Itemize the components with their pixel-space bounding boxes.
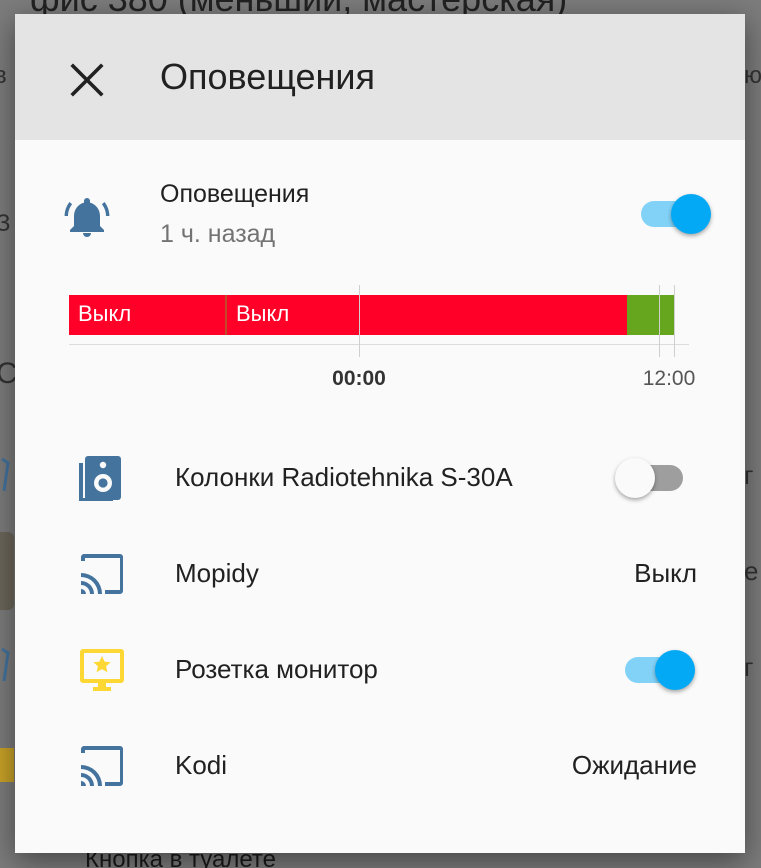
entity-row-label: Розетка монитор <box>175 654 378 684</box>
entity-last-changed: 1 ч. назад <box>160 220 276 248</box>
background-image <box>0 532 14 610</box>
timeline-tick <box>659 285 660 357</box>
dialog-header: Оповещения <box>15 14 745 140</box>
background-fragment: е <box>744 556 759 586</box>
entity-row-monitor-socket[interactable]: Розетка монитор <box>15 622 745 718</box>
history-segment[interactable]: Выкл <box>69 295 225 335</box>
timeline-tick <box>359 285 360 357</box>
main-entity-row: Оповещения 1 ч. назад <box>15 140 745 280</box>
background-image <box>0 748 14 782</box>
entity-row-mopidy[interactable]: Mopidy Выкл <box>15 526 745 622</box>
entity-row-state: Ожидание <box>571 750 697 780</box>
entity-row-label: Kodi <box>175 750 228 780</box>
close-button[interactable] <box>67 60 107 100</box>
entity-row-label: Mopidy <box>175 558 259 588</box>
entity-row-speakers[interactable]: Колонки Radiotehnika S-30A <box>15 430 745 526</box>
close-icon <box>70 63 104 97</box>
more-info-dialog: Оповещения Оповещения 1 ч. назад Выкл Вык… <box>15 14 745 853</box>
history-segment[interactable]: Выкл <box>225 295 627 335</box>
timeline-tick-label: 00:00 <box>332 367 386 390</box>
background-fragment: в <box>0 62 7 89</box>
cast-icon <box>81 746 123 786</box>
entity-row-kodi[interactable]: Kodi Ожидание <box>15 718 745 814</box>
entity-name: Оповещения <box>160 180 310 208</box>
background-icon <box>0 645 10 685</box>
monitor-star-icon <box>80 649 124 691</box>
background-fragment: г <box>744 652 754 682</box>
cast-icon <box>81 554 123 594</box>
background-fragment: г <box>744 460 754 490</box>
history-segment[interactable] <box>627 295 675 335</box>
timeline-tick-label: 12:00 <box>642 367 696 390</box>
speaker-icon <box>79 456 121 501</box>
bell-ring-icon <box>64 198 110 237</box>
dialog-title: Оповещения <box>160 56 375 97</box>
background-fragment: З <box>0 210 11 237</box>
entity-row-state: Выкл <box>634 558 697 588</box>
speakers-toggle[interactable] <box>615 456 689 500</box>
entity-row-label: Колонки Radiotehnika S-30A <box>175 462 513 492</box>
timeline-axis <box>69 344 689 345</box>
history-timeline: Выкл Выкл 00:00 12:00 <box>69 285 695 405</box>
toggle-knob <box>655 650 695 690</box>
toggle-knob <box>671 194 711 234</box>
timeline-edge <box>674 285 675 357</box>
toggle-knob <box>615 458 655 498</box>
entity-toggle[interactable] <box>637 192 711 236</box>
background-icon <box>0 455 10 495</box>
background-fragment: ю <box>744 62 761 89</box>
monitor-socket-toggle[interactable] <box>621 648 695 692</box>
